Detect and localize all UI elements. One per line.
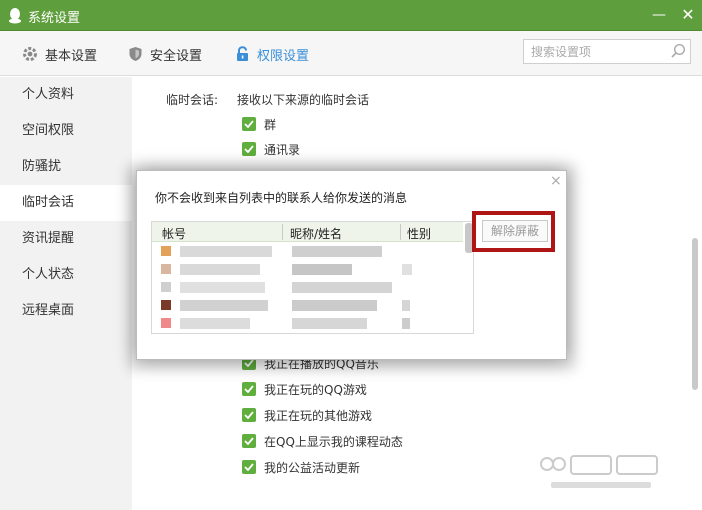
tab-label: 权限设置: [257, 48, 310, 64]
qq-logo-icon: [9, 8, 21, 24]
baidu-jingyan-watermark: [540, 455, 658, 488]
lock-icon: [237, 46, 248, 61]
dialog-close-icon[interactable]: ×: [550, 173, 562, 189]
avatar: [161, 300, 171, 310]
sidebar-item-personal-status[interactable]: 个人状态: [0, 257, 132, 293]
gear-icon: [23, 47, 37, 61]
tab-label: 基本设置: [45, 48, 98, 64]
blurred-account: [180, 246, 272, 257]
blurred-account: [180, 300, 268, 311]
avatar: [161, 318, 171, 328]
checkbox-charity-update[interactable]: 我的公益活动更新: [242, 459, 360, 475]
sidebar-item-space-permission[interactable]: 空间权限: [0, 113, 132, 149]
blurred-nickname: [292, 318, 367, 329]
highlight-box: [472, 211, 555, 252]
settings-tab-bar: 基本设置 安全设置 权限设置: [0, 31, 702, 76]
blurred-nickname: [292, 282, 392, 293]
sidebar-item-profile[interactable]: 个人资料: [0, 77, 132, 113]
sidebar-item-remote-desktop[interactable]: 远程桌面: [0, 293, 132, 329]
blocked-contacts-table: 帐号 昵称/姓名 性别: [151, 221, 474, 334]
temp-session-description: 接收以下来源的临时会话: [237, 93, 370, 107]
checkbox-course-activity[interactable]: 在QQ上显示我的课程动态: [242, 433, 403, 449]
tab-permission-settings[interactable]: 权限设置: [235, 44, 309, 64]
avatar: [161, 246, 171, 256]
blurred-gender: [402, 264, 412, 275]
main-scrollbar[interactable]: [692, 238, 698, 390]
table-body-pixelated: [152, 243, 463, 333]
avatar: [161, 264, 171, 274]
blurred-gender: [402, 318, 410, 329]
checkbox-group[interactable]: 群: [242, 116, 276, 132]
checkbox-label: 通讯录: [264, 142, 301, 157]
blurred-gender: [402, 300, 410, 311]
minimize-button[interactable]: —: [649, 5, 669, 25]
blurred-account: [180, 318, 250, 329]
checkbox-checked-icon[interactable]: [242, 382, 256, 396]
sidebar-item-news-reminder[interactable]: 资讯提醒: [0, 221, 132, 257]
sidebar-item-temp-session[interactable]: 临时会话: [0, 185, 132, 221]
tab-label: 安全设置: [150, 48, 203, 64]
close-button[interactable]: ✕: [678, 5, 698, 25]
blurred-nickname: [292, 264, 352, 275]
blurred-account: [180, 282, 265, 293]
blurred-nickname: [292, 300, 377, 311]
search-input[interactable]: [524, 40, 664, 63]
column-divider: [282, 224, 283, 240]
sidebar: 个人资料 空间权限 防骚扰 临时会话 资讯提醒 个人状态 远程桌面: [0, 77, 132, 510]
checkbox-qq-game[interactable]: 我正在玩的QQ游戏: [242, 381, 367, 397]
settings-search[interactable]: [523, 39, 691, 64]
checkbox-checked-icon[interactable]: [242, 460, 256, 474]
checkbox-checked-icon[interactable]: [242, 434, 256, 448]
search-icon[interactable]: [670, 43, 686, 59]
blurred-nickname: [292, 246, 382, 257]
checkbox-checked-icon[interactable]: [242, 117, 256, 131]
sidebar-item-anti-harassment[interactable]: 防骚扰: [0, 149, 132, 185]
column-header-nickname: 昵称/姓名: [290, 227, 343, 241]
tab-security-settings[interactable]: 安全设置: [128, 44, 202, 64]
avatar: [161, 282, 171, 292]
checkbox-checked-icon[interactable]: [242, 142, 256, 156]
checkbox-other-game[interactable]: 我正在玩的其他游戏: [242, 407, 372, 423]
table-header: 帐号 昵称/姓名 性别: [152, 222, 463, 242]
blurred-account: [180, 264, 260, 275]
column-header-gender: 性别: [407, 227, 432, 241]
shield-icon: [129, 47, 142, 61]
column-divider: [400, 224, 401, 240]
checkbox-label: 我的公益活动更新: [264, 460, 361, 475]
checkbox-label: 我正在玩的其他游戏: [264, 408, 373, 423]
checkbox-label: 我正在玩的QQ游戏: [264, 382, 367, 397]
checkbox-label: 群: [264, 117, 277, 132]
checkbox-label: 在QQ上显示我的课程动态: [264, 434, 403, 449]
dialog-message: 你不会收到来自列表中的联系人给你发送的消息: [155, 191, 408, 205]
window-title: 系统设置: [28, 11, 81, 26]
blocked-list-dialog: 你不会收到来自列表中的联系人给你发送的消息 × 帐号 昵称/姓名 性别 解除屏蔽: [136, 170, 567, 360]
column-header-account: 帐号: [162, 227, 187, 241]
checkbox-contacts[interactable]: 通讯录: [242, 141, 300, 157]
title-bar: 系统设置 — ✕: [0, 0, 702, 31]
checkbox-checked-icon[interactable]: [242, 408, 256, 422]
temp-session-label: 临时会话:: [166, 93, 219, 107]
tab-basic-settings[interactable]: 基本设置: [22, 44, 97, 64]
